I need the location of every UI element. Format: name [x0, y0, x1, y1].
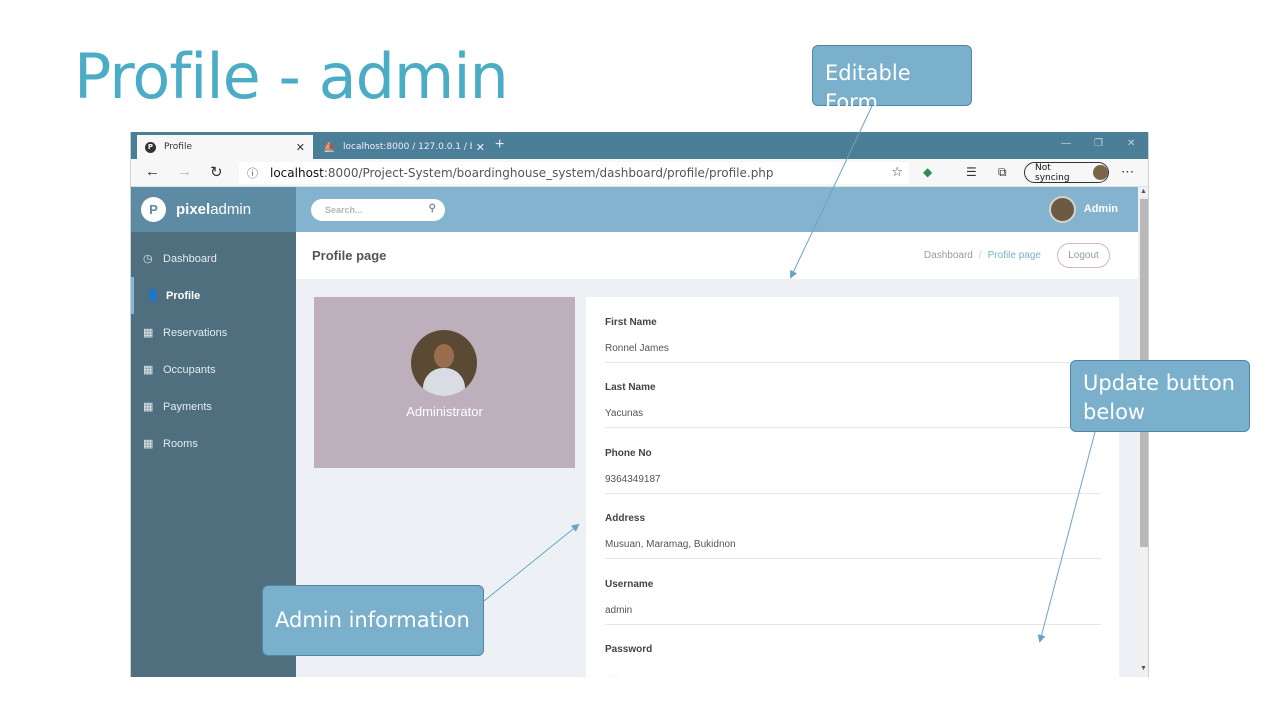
tab-profile[interactable]: P Profile ✕ [137, 135, 313, 159]
user-name[interactable]: Admin [1084, 203, 1118, 215]
url-field[interactable]: ⓘ localhost :8000/Project-System/boardin… [239, 162, 909, 184]
username-input[interactable]: admin [605, 605, 1101, 625]
top-header: Search... ⚲ Admin [296, 187, 1138, 232]
sidebar-item-rooms[interactable]: ▦ Rooms [131, 425, 296, 462]
profile-sync-button[interactable]: Not syncing [1024, 162, 1109, 183]
sidebar-item-label: Occupants [163, 363, 216, 376]
user-icon: 👤 [146, 290, 160, 302]
tab-bar: P Profile ✕ ⛵ localhost:8000 / 127.0.0.1… [131, 132, 1148, 159]
sidebar-item-label: Rooms [163, 437, 198, 450]
profile-form: First Name Ronnel James Last Name Yacuna… [586, 297, 1119, 677]
table-icon: ▦ [143, 327, 154, 339]
sidebar-item-reservations[interactable]: ▦ Reservations [131, 314, 296, 351]
field-label: Last Name [605, 382, 656, 393]
extension-icon[interactable]: ◆ [923, 165, 932, 179]
slide: Profile - admin P Profile ✕ ⛵ localhost:… [0, 0, 1280, 720]
search-placeholder: Search... [325, 205, 363, 215]
password-input[interactable]: ..... [605, 670, 1101, 677]
address-field[interactable]: Address Musuan, Maramag, Bukidnon [605, 513, 1101, 559]
scroll-up-icon[interactable]: ▲ [1140, 188, 1147, 195]
field-label: Phone No [605, 448, 652, 459]
sidebar-item-occupants[interactable]: ▦ Occupants [131, 351, 296, 388]
more-options-icon[interactable]: ⋯ [1121, 164, 1134, 180]
profile-role: Administrator [406, 404, 483, 419]
page-title: Profile page [312, 248, 387, 263]
last-name-field[interactable]: Last Name Yacunas [605, 382, 1101, 428]
tab-phpmyadmin[interactable]: ⛵ localhost:8000 / 127.0.0.1 / boar ✕ [315, 135, 493, 159]
close-window-icon[interactable]: ✕ [1127, 138, 1135, 149]
sidebar-item-profile[interactable]: 👤 Profile [131, 277, 296, 314]
refresh-icon[interactable]: ↻ [210, 163, 223, 181]
favorites-icon[interactable]: ☰ [966, 165, 977, 179]
back-icon[interactable]: ← [145, 163, 160, 180]
first-name-field[interactable]: First Name Ronnel James [605, 317, 1101, 363]
avatar [1093, 165, 1108, 180]
info-icon[interactable]: ⓘ [247, 165, 258, 181]
password-field[interactable]: Password ..... [605, 644, 1101, 677]
callout-editable-form: Editable Form [812, 45, 972, 114]
address-input[interactable]: Musuan, Maramag, Bukidnon [605, 539, 1101, 559]
sidebar-item-label: Dashboard [163, 252, 217, 265]
breadcrumb-current: Profile page [987, 250, 1041, 261]
brand-name: pixeladmin [176, 201, 251, 218]
table-icon: ▦ [143, 364, 154, 376]
close-tab-icon[interactable]: ✕ [296, 141, 305, 154]
first-name-input[interactable]: Ronnel James [605, 343, 1101, 363]
tab-label: localhost:8000 / 127.0.0.1 / boar [343, 142, 472, 152]
slide-title: Profile - admin [74, 40, 509, 113]
sidebar-item-label: Reservations [163, 326, 228, 339]
forward-icon[interactable]: → [177, 163, 192, 180]
clock-icon: ◷ [143, 253, 153, 265]
logout-button[interactable]: Logout [1057, 243, 1110, 268]
callout-admin-information: Admin information [262, 585, 484, 656]
pixeladmin-favicon-icon: P [145, 141, 156, 153]
url-host: localhost [270, 166, 324, 180]
field-label: First Name [605, 317, 657, 328]
search-icon[interactable]: ⚲ [429, 203, 436, 214]
phpmyadmin-favicon-icon: ⛵ [323, 141, 336, 153]
profile-card: Administrator [314, 297, 575, 468]
last-name-input[interactable]: Yacunas [605, 408, 1101, 428]
avatar [411, 330, 477, 396]
tab-label: Profile [164, 142, 192, 152]
sync-label: Not syncing [1035, 162, 1070, 183]
username-field[interactable]: Username admin [605, 579, 1101, 625]
collections-icon[interactable]: ⧉ [998, 165, 1007, 180]
maximize-icon[interactable]: ❐ [1094, 138, 1103, 149]
breadcrumb-dashboard[interactable]: Dashboard [924, 250, 973, 261]
minimize-icon[interactable]: — [1061, 138, 1071, 149]
page-header: Profile page Dashboard / Profile page Logo… [296, 232, 1138, 279]
sidebar-item-label: Payments [163, 400, 212, 413]
callout-update-button: Update button below [1070, 360, 1250, 432]
table-icon: ▦ [143, 438, 154, 450]
brand[interactable]: P pixeladmin [131, 187, 296, 232]
brand-logo-icon: P [141, 197, 166, 222]
sidebar-item-dashboard[interactable]: ◷ Dashboard [131, 240, 296, 277]
sidebar-item-label: Profile [166, 289, 201, 302]
close-tab-icon[interactable]: ✕ [476, 141, 485, 154]
brand-bold: pixel [176, 201, 211, 218]
field-label: Username [605, 579, 654, 590]
table-icon: ▦ [143, 401, 154, 413]
scrollbar[interactable]: ▲ ▼ [1138, 187, 1148, 677]
sidebar-item-payments[interactable]: ▦ Payments [131, 388, 296, 425]
new-tab-button[interactable]: + [495, 136, 504, 154]
phone-input[interactable]: 9364349187 [605, 474, 1101, 494]
url-path: :8000/Project-System/boardinghouse_syste… [323, 166, 774, 180]
avatar[interactable] [1049, 196, 1076, 223]
field-label: Password [605, 644, 653, 655]
field-label: Address [605, 513, 646, 524]
breadcrumb: Dashboard / Profile page [923, 250, 1041, 261]
search-input[interactable]: Search... ⚲ [311, 199, 445, 221]
brand-light: admin [210, 201, 252, 218]
phone-field[interactable]: Phone No 9364349187 [605, 448, 1101, 494]
scroll-down-icon[interactable]: ▼ [1140, 665, 1147, 672]
favorite-star-icon[interactable]: ☆ [891, 165, 903, 180]
address-bar-row: ← → ↻ ⓘ localhost :8000/Project-System/b… [131, 159, 1148, 187]
